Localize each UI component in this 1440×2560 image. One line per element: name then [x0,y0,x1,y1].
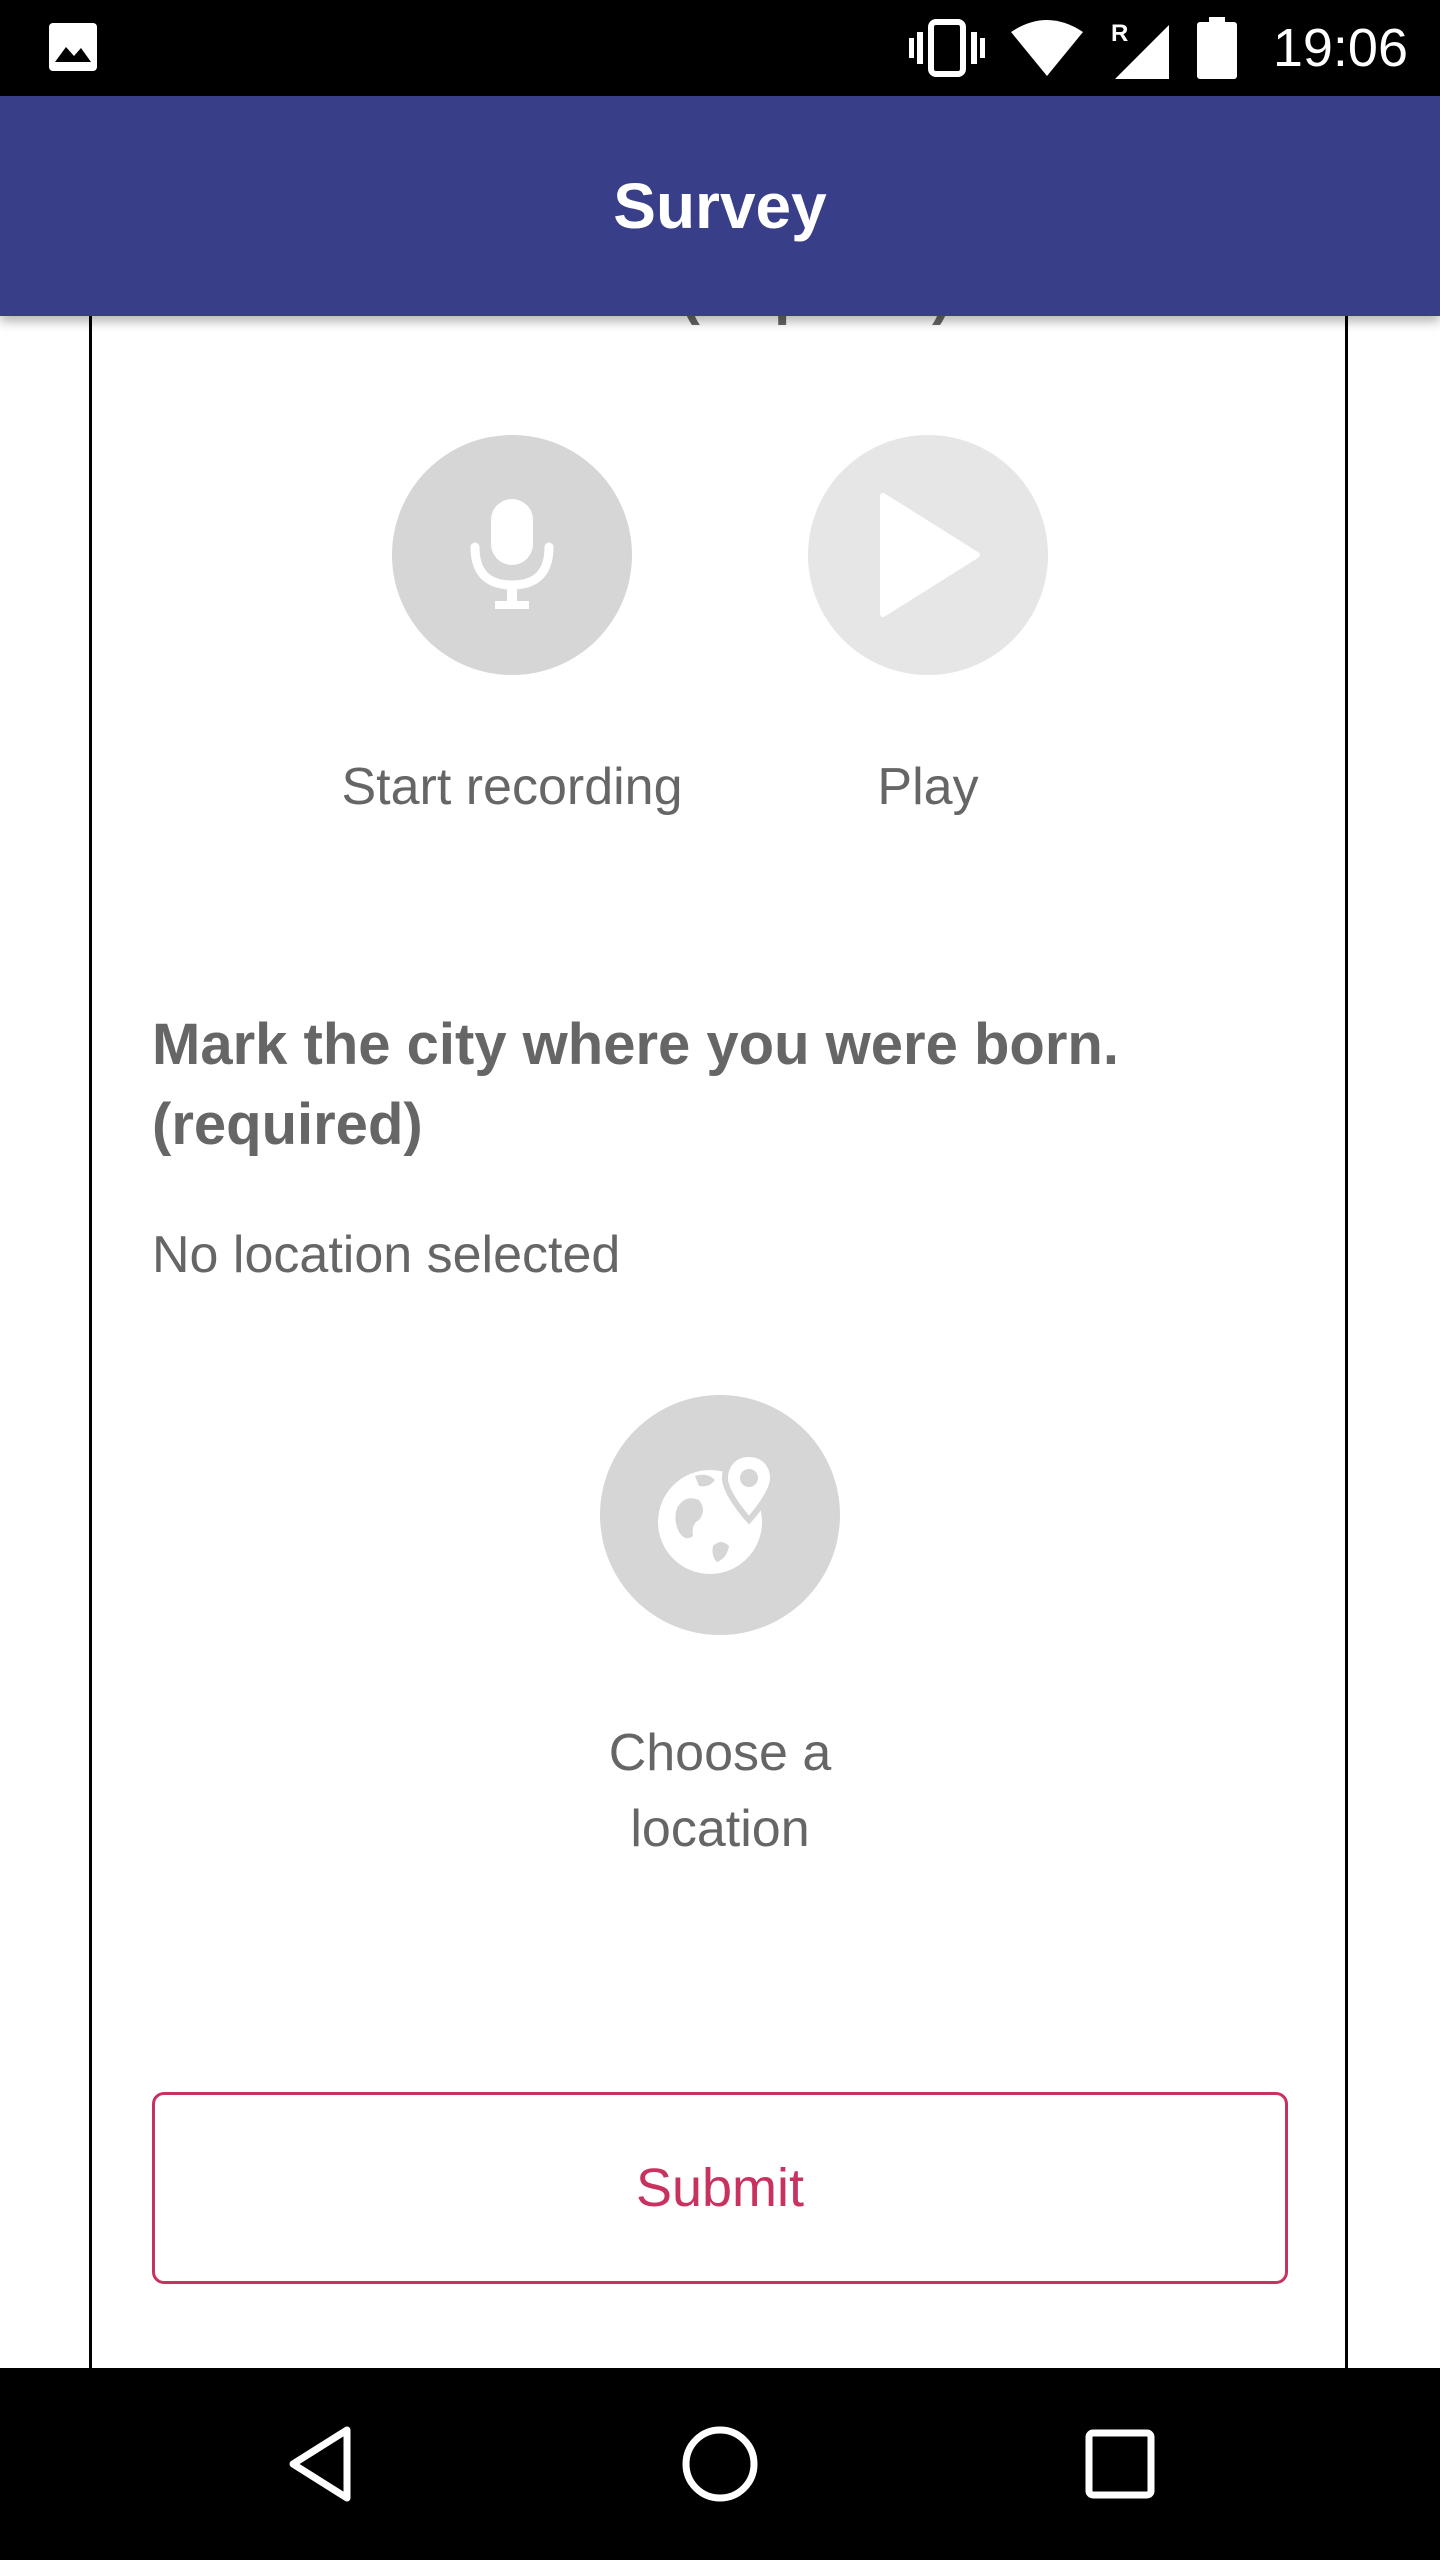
submit-button[interactable]: Submit [152,2092,1288,2284]
play-icon [880,493,980,617]
roaming-indicator: R [1111,20,1128,47]
choose-location-label: Choose a location [608,1724,832,1858]
play-label: Play [877,758,979,816]
back-icon [289,2426,351,2502]
location-status-text: No location selected [152,1226,621,1284]
start-recording-label: Start recording [341,758,683,816]
wifi-icon [1010,20,1083,76]
play-button[interactable] [808,435,1048,675]
clock: 19:06 [1272,18,1408,78]
image-icon [49,23,97,71]
microphone-icon [470,499,554,609]
start-recording-button[interactable] [392,435,632,675]
globe-location-icon [658,1450,777,1574]
back-button[interactable] [270,2414,370,2514]
status-bar: R 19:06 [0,0,1440,96]
signal-roaming-icon: R [1111,20,1169,79]
battery-icon [1196,17,1237,79]
vibrate-icon [908,19,985,77]
home-icon [682,2426,758,2502]
choose-location-button[interactable] [600,1395,840,1635]
recents-button[interactable] [1070,2414,1170,2514]
recents-icon [1085,2429,1155,2499]
page-title: Survey [613,170,827,242]
location-question-label: Mark the city where you were born. (requ… [152,1012,1119,1157]
app-bar: Survey [0,96,1440,316]
home-button[interactable] [670,2414,770,2514]
survey-screen: Make a cow sound (required) Start record… [0,0,1440,2560]
navigation-bar [0,2368,1440,2560]
